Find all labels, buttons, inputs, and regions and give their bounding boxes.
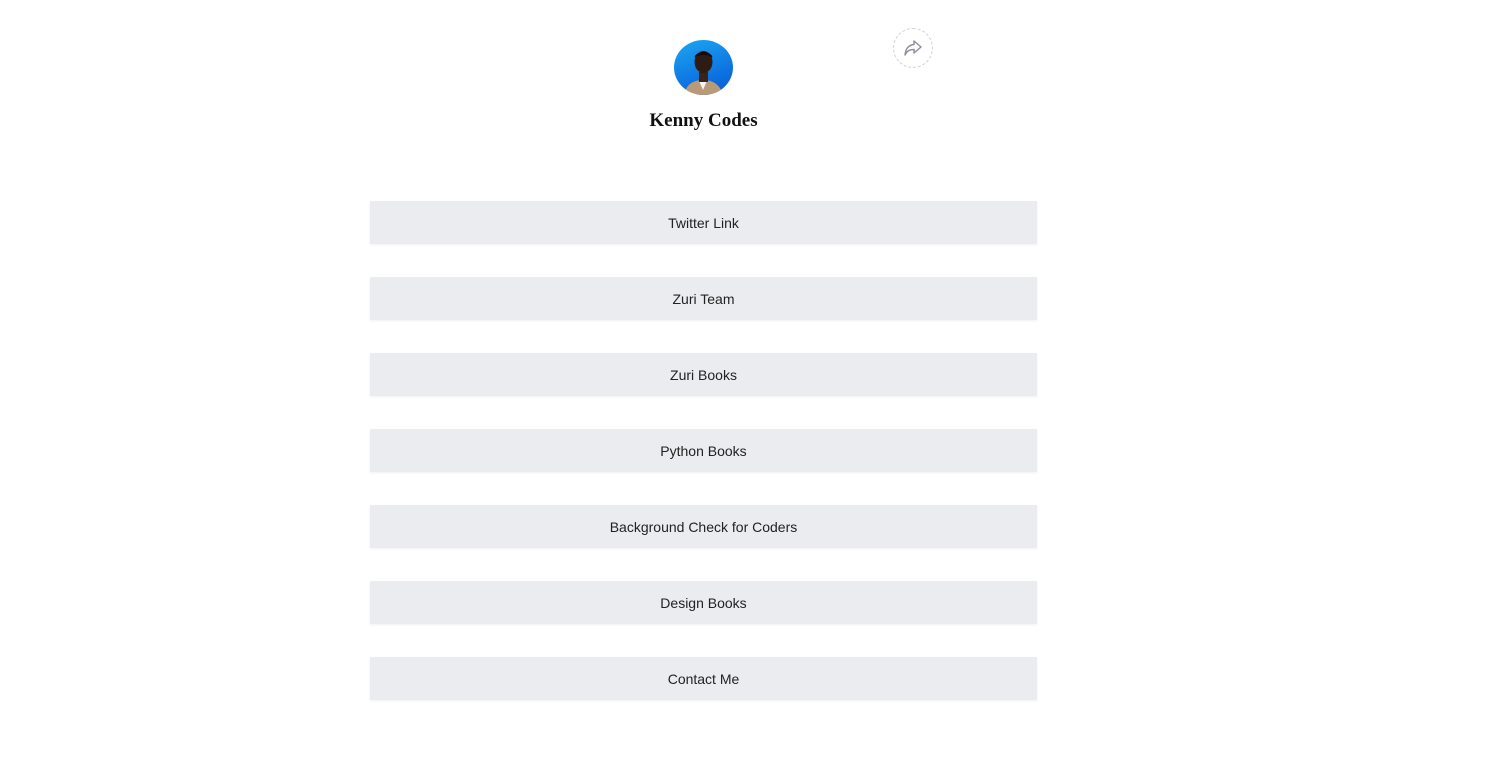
background-check-button[interactable]: Background Check for Coders <box>370 505 1037 548</box>
twitter-link-button[interactable]: Twitter Link <box>370 201 1037 244</box>
link-label: Twitter Link <box>668 214 739 231</box>
link-label: Zuri Books <box>670 366 737 383</box>
design-books-button[interactable]: Design Books <box>370 581 1037 624</box>
link-label: Python Books <box>660 442 747 459</box>
profile-header: Kenny Codes <box>0 0 1487 160</box>
link-label: Zuri Team <box>672 290 735 307</box>
profile-name: Kenny Codes <box>649 110 758 131</box>
link-label: Design Books <box>660 594 747 611</box>
python-books-button[interactable]: Python Books <box>370 429 1037 472</box>
share-icon <box>904 40 922 56</box>
person-avatar-icon <box>684 51 723 95</box>
avatar <box>674 40 733 95</box>
page: Kenny Codes Twitter Link Zuri Team Zuri … <box>0 0 1487 772</box>
link-label: Contact Me <box>667 670 740 687</box>
link-list: Twitter Link Zuri Team Zuri Books Python… <box>370 201 1037 733</box>
share-button[interactable] <box>893 28 933 68</box>
zuri-books-button[interactable]: Zuri Books <box>370 353 1037 396</box>
zuri-team-button[interactable]: Zuri Team <box>370 277 1037 320</box>
link-label: Background Check for Coders <box>609 518 798 535</box>
contact-me-button[interactable]: Contact Me <box>370 657 1037 700</box>
